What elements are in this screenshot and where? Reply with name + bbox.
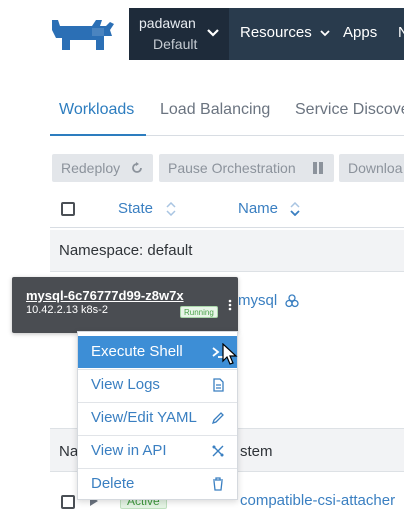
menu-item-delete[interactable]: Delete	[78, 468, 237, 500]
nav-resources-label: Resources	[240, 24, 312, 41]
pause-icon	[313, 162, 323, 174]
download-button[interactable]: Downloa	[339, 154, 404, 182]
nav-apps[interactable]: Apps	[343, 24, 377, 41]
download-label: Downloa	[348, 160, 403, 176]
trash-icon	[213, 477, 223, 491]
sort-icon[interactable]	[290, 202, 300, 216]
chevron-down-icon	[207, 29, 219, 37]
pod-tooltip: mysql-6c76777d99-z8w7x 10.42.2.13 k8s-2 …	[12, 277, 238, 333]
table-header: State Name	[50, 192, 404, 228]
menu-item-view-in-api[interactable]: View in API	[78, 435, 237, 467]
namespace-label-suffix: stem	[240, 443, 273, 460]
menu-item-label: Execute Shell	[91, 343, 183, 360]
api-icon	[212, 445, 224, 457]
menu-item-label: View in API	[91, 442, 167, 459]
menu-item-label: Delete	[91, 475, 135, 492]
tab-service-discovery[interactable]: Service Discove	[295, 101, 404, 119]
pause-orchestration-label: Pause Orchestration	[168, 160, 296, 176]
pencil-icon	[211, 412, 224, 425]
project-name: Default	[153, 36, 198, 52]
select-all-checkbox[interactable]	[61, 202, 75, 216]
workload-tabs: Workloads Load Balancing Service Discove	[50, 90, 404, 136]
chevron-down-icon	[320, 30, 330, 37]
tab-workloads[interactable]: Workloads	[59, 101, 134, 119]
menu-item-view-edit-yaml[interactable]: View/Edit YAML	[78, 402, 237, 434]
redeploy-button[interactable]: Redeploy	[52, 154, 153, 182]
menu-item-label: View/Edit YAML	[91, 409, 197, 426]
namespace-label: Namespace: default	[59, 242, 193, 259]
file-icon	[213, 378, 224, 392]
redeploy-icon	[132, 162, 142, 173]
top-header: padawan Default Resources Apps N	[0, 0, 404, 66]
namespace-group-row: Namespace: default	[50, 230, 404, 272]
active-tab-indicator	[50, 134, 146, 136]
sort-icon[interactable]	[166, 202, 176, 216]
row-checkbox[interactable]	[61, 495, 75, 509]
rancher-logo-icon[interactable]	[50, 16, 118, 52]
tab-load-balancing[interactable]: Load Balancing	[160, 101, 270, 119]
nav-resources[interactable]: Resources	[240, 24, 330, 41]
workload-name-link[interactable]: mysql	[238, 292, 277, 309]
top-navigation: Resources Apps N	[229, 8, 404, 60]
pod-actions-menu: Execute Shell View Logs View/Edit YAML V…	[77, 331, 238, 500]
namespace-label-prefix: Na	[59, 443, 79, 460]
pause-orchestration-button[interactable]: Pause Orchestration	[159, 154, 334, 182]
cluster-name: padawan	[139, 15, 196, 31]
menu-item-view-logs[interactable]: View Logs	[78, 369, 237, 401]
cluster-project-selector[interactable]: padawan Default	[129, 8, 229, 60]
pod-status-badge: Running	[180, 306, 218, 318]
mouse-cursor-icon	[222, 343, 238, 365]
pod-ip-node: 10.42.2.13 k8s-2	[26, 304, 108, 316]
nav-more[interactable]: N	[398, 24, 404, 41]
page: padawan Default Resources Apps N Workloa…	[0, 0, 404, 516]
redeploy-label: Redeploy	[61, 160, 121, 176]
pods-icon	[285, 294, 299, 308]
more-vertical-icon[interactable]	[228, 299, 232, 311]
menu-item-label: View Logs	[91, 376, 160, 393]
column-state[interactable]: State	[118, 200, 153, 217]
menu-item-execute-shell[interactable]: Execute Shell	[78, 336, 237, 368]
column-name[interactable]: Name	[238, 200, 278, 217]
workload-name-link[interactable]: compatible-csi-attacher	[240, 492, 395, 509]
pod-name-link[interactable]: mysql-6c76777d99-z8w7x	[26, 288, 184, 303]
